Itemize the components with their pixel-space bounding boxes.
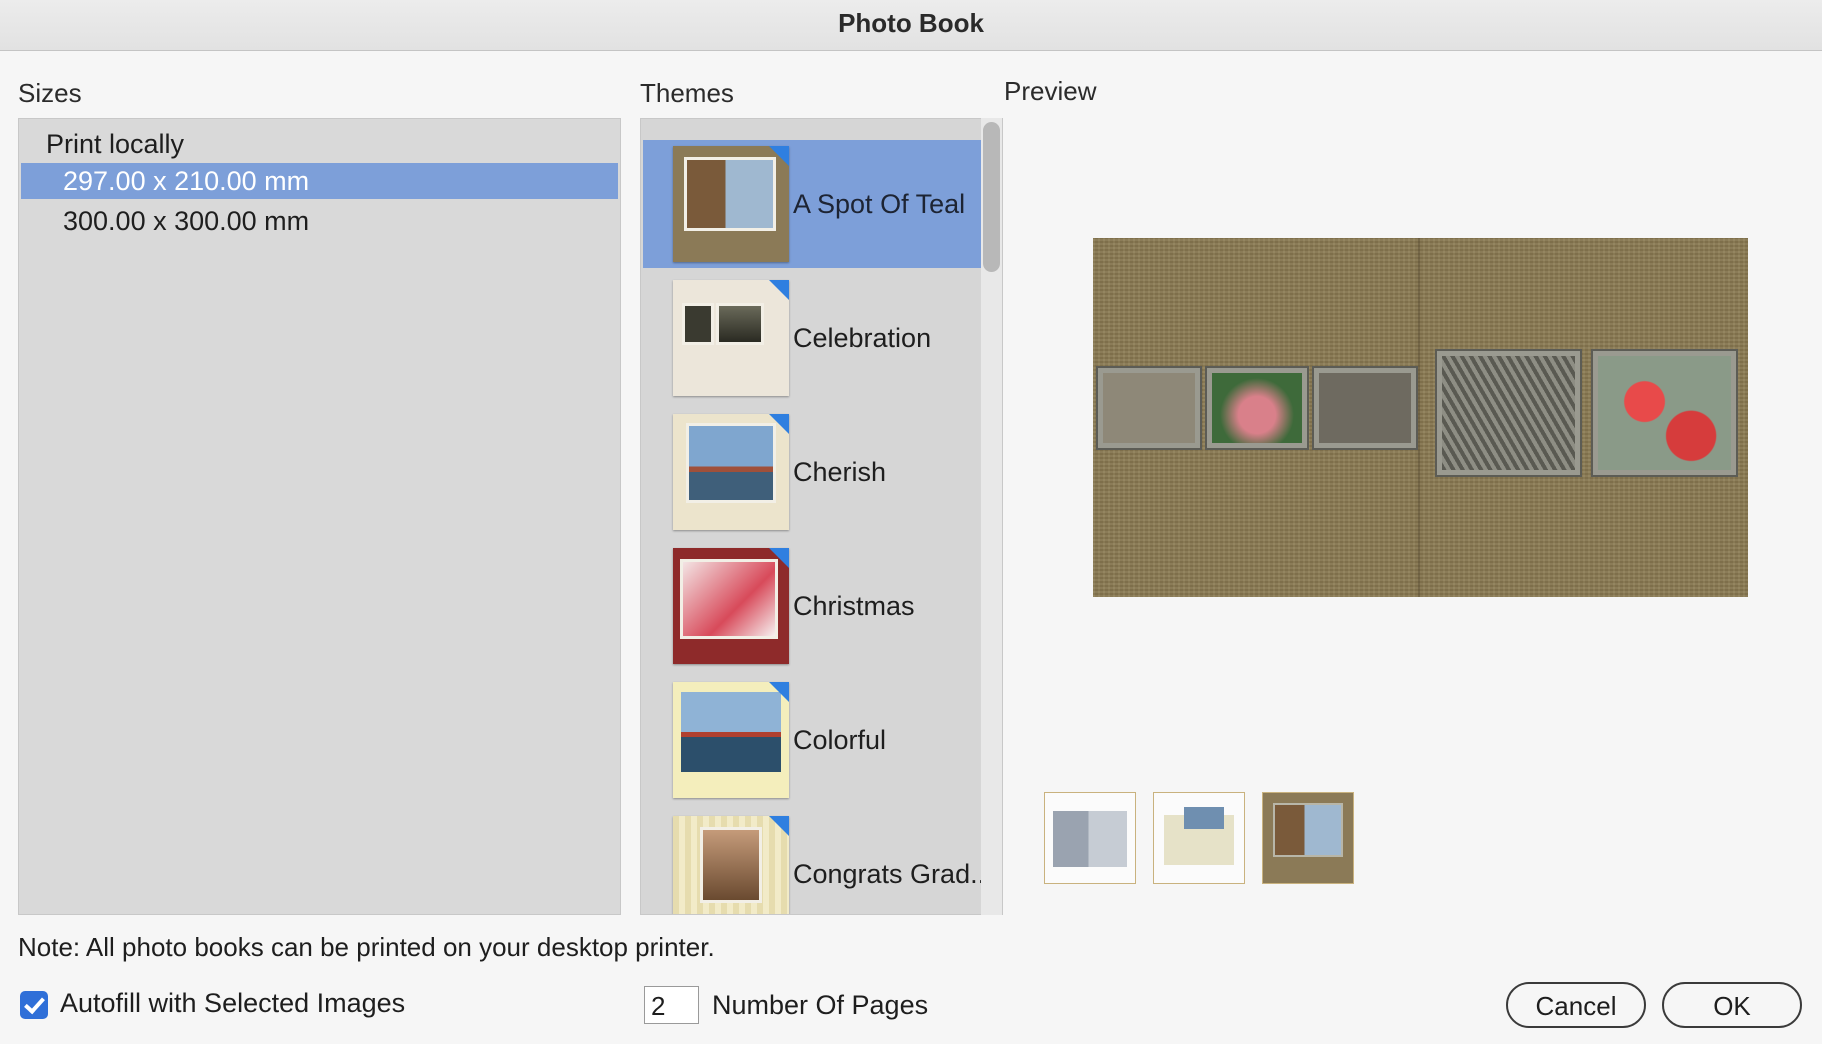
size-item-297x210[interactable]: 297.00 x 210.00 mm xyxy=(21,163,618,199)
sizes-label: Sizes xyxy=(18,78,82,108)
theme-corner-marker-icon xyxy=(769,146,789,166)
preview-spread-divider xyxy=(1418,238,1420,597)
theme-row-christmas[interactable]: Christmas xyxy=(643,542,982,670)
preview-photo-5 xyxy=(1598,356,1731,470)
theme-label: Celebration xyxy=(793,323,932,353)
preview-photo-2 xyxy=(1212,373,1302,443)
theme-corner-marker-icon xyxy=(769,280,789,300)
theme-row-congrats-grad[interactable]: Congrats Grad... xyxy=(643,810,993,914)
theme-thumbnail-colorful xyxy=(673,682,789,798)
window-title: Photo Book xyxy=(0,0,1822,51)
number-of-pages-label: Number Of Pages xyxy=(712,990,929,1020)
theme-thumbnail-a-spot-of-teal xyxy=(673,146,789,262)
page-thumbnail-cover[interactable] xyxy=(1262,792,1354,884)
themes-scrollbar-thumb[interactable] xyxy=(983,122,1000,272)
theme-label: A Spot Of Teal xyxy=(793,189,966,219)
theme-thumbnail-celebration xyxy=(673,280,789,396)
themes-list[interactable]: A Spot Of Teal Celebration Cherish Chris… xyxy=(640,118,1003,915)
theme-thumbnail-christmas xyxy=(673,548,789,664)
ok-button[interactable]: OK xyxy=(1662,982,1802,1028)
theme-label: Cherish xyxy=(793,457,887,487)
sizes-group-print-locally: Print locally xyxy=(46,129,185,159)
cancel-button[interactable]: Cancel xyxy=(1506,982,1646,1028)
page-thumbnail-layout-1[interactable] xyxy=(1044,792,1136,884)
note-text: Note: All photo books can be printed on … xyxy=(18,932,715,962)
theme-corner-marker-icon xyxy=(769,682,789,702)
themes-label: Themes xyxy=(640,78,734,108)
theme-label: Christmas xyxy=(793,591,915,621)
theme-row-cherish[interactable]: Cherish xyxy=(643,408,982,536)
preview-photo-4 xyxy=(1442,356,1575,470)
theme-row-celebration[interactable]: Celebration xyxy=(643,274,982,402)
size-item-300x300[interactable]: 300.00 x 300.00 mm xyxy=(21,203,618,239)
preview-photo-3 xyxy=(1319,373,1411,443)
page-thumbnail-layout-2[interactable] xyxy=(1153,792,1245,884)
theme-label: Congrats Grad... xyxy=(793,859,993,889)
theme-corner-marker-icon xyxy=(769,548,789,568)
theme-thumbnail-congrats-grad xyxy=(673,816,789,914)
autofill-label[interactable]: Autofill with Selected Images xyxy=(60,988,405,1019)
theme-corner-marker-icon xyxy=(769,816,789,836)
preview-photo-1 xyxy=(1103,373,1195,443)
preview-label: Preview xyxy=(1004,76,1097,106)
sizes-list[interactable]: Print locally 297.00 x 210.00 mm 300.00 … xyxy=(18,118,621,915)
theme-row-a-spot-of-teal[interactable]: A Spot Of Teal xyxy=(643,140,982,268)
number-of-pages-input[interactable]: 2 xyxy=(644,986,699,1024)
theme-row-colorful[interactable]: Colorful xyxy=(643,676,982,804)
theme-corner-marker-icon xyxy=(769,414,789,434)
theme-label: Colorful xyxy=(793,725,887,755)
autofill-checkbox[interactable] xyxy=(20,991,48,1019)
theme-thumbnail-cherish xyxy=(673,414,789,530)
